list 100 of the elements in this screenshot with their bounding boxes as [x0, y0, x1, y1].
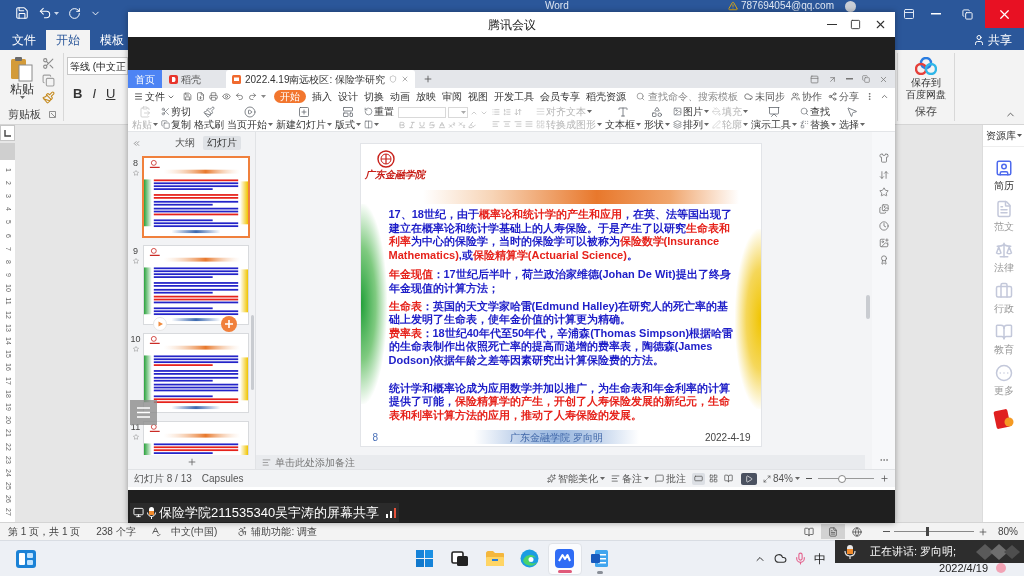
close-icon[interactable] [874, 18, 887, 31]
zoom-slider[interactable] [894, 527, 974, 536]
align-right-icon[interactable] [514, 120, 522, 128]
zoom-slider[interactable] [818, 474, 874, 483]
close-button[interactable] [985, 0, 1024, 28]
toolbar-button[interactable]: 排列 [673, 119, 709, 130]
bold-icon[interactable] [398, 121, 406, 129]
toolbar-button[interactable]: 新建幻灯片 [275, 105, 333, 131]
comments-button[interactable]: 批注 [655, 471, 686, 486]
spell-check-icon[interactable] [149, 526, 161, 537]
slideshow-button[interactable] [741, 472, 757, 485]
menu-tab[interactable]: 切换 [364, 90, 384, 103]
account-name[interactable]: 787694054@qq.com [741, 0, 834, 12]
toolbar-button[interactable]: 替换 [800, 119, 836, 130]
zoom-out-icon[interactable] [806, 477, 812, 480]
share-button[interactable]: 共享 [973, 30, 1012, 50]
superscript-icon[interactable] [448, 121, 456, 129]
save-icon[interactable] [183, 92, 192, 101]
panel-tab[interactable]: 幻灯片 [203, 136, 241, 150]
zoom-level[interactable]: 80% [998, 524, 1018, 539]
toolbar-button[interactable]: 文本框 [604, 105, 642, 131]
input-method-button[interactable]: 中 [810, 548, 830, 569]
collapse-panel-icon[interactable] [132, 138, 141, 148]
toolbar-button[interactable]: 当页开始 [226, 105, 274, 131]
view-button[interactable] [707, 472, 720, 485]
menu-tab[interactable]: 会员专享 [540, 90, 580, 103]
menu-tab[interactable]: 审阅 [442, 90, 462, 103]
envelope-icon[interactable] [992, 407, 1015, 431]
undo-icon[interactable] [235, 92, 244, 101]
dialog-launcher-icon[interactable] [49, 110, 56, 118]
images-icon[interactable] [878, 204, 889, 214]
list-icon[interactable] [130, 400, 157, 425]
minimize-icon[interactable] [827, 23, 837, 26]
view-button[interactable] [692, 472, 705, 485]
chevron-up-icon[interactable] [880, 92, 889, 101]
italic-icon[interactable] [408, 121, 416, 129]
scissors-icon[interactable] [42, 57, 55, 70]
ribbon-tab[interactable]: 模板 [92, 30, 132, 50]
notes-button[interactable]: 备注 [611, 471, 649, 486]
up-down-arrows-icon[interactable] [514, 108, 522, 116]
up-down-arrows-icon[interactable] [878, 170, 889, 180]
restore-icon[interactable] [862, 75, 870, 83]
close-tab-icon[interactable] [401, 75, 410, 83]
ribbon-tab[interactable]: 开始 [46, 30, 90, 50]
resource-item[interactable]: 简历 [993, 159, 1014, 191]
paintbrush-icon[interactable] [42, 91, 55, 104]
panel-icon[interactable] [810, 74, 819, 84]
share-button[interactable]: 分享 [828, 89, 859, 104]
collaborate-button[interactable]: 协作 [791, 89, 822, 104]
zoom-out-icon[interactable] [883, 530, 890, 533]
strikethrough-icon[interactable] [428, 121, 436, 129]
zoom-in-icon[interactable] [978, 526, 988, 537]
toolbar-button[interactable]: 演示工具 [750, 105, 798, 131]
toolbar-button[interactable]: 图片 [673, 106, 709, 117]
clock-icon[interactable] [878, 221, 889, 231]
taskbar-date[interactable]: 2022/4/19 [939, 562, 988, 574]
printer-icon[interactable] [209, 92, 218, 101]
word-count[interactable]: 238 个字 [96, 524, 136, 539]
home-tab[interactable]: 首页 [128, 70, 162, 88]
menu-tab[interactable]: 稻壳资源 [586, 90, 626, 103]
ribbon-tab[interactable]: 文件 [4, 30, 44, 50]
tab-selector-button[interactable] [0, 125, 15, 141]
bullet-list-icon[interactable] [492, 108, 500, 116]
eye-icon[interactable] [222, 92, 231, 101]
save-to-cloud-button[interactable]: 保存到 百度网盘 [906, 57, 946, 101]
view-button[interactable] [722, 472, 735, 485]
file-menu-button[interactable]: 文件 [134, 89, 175, 104]
align-center-icon[interactable] [503, 120, 511, 128]
new-tab-icon[interactable] [423, 74, 434, 84]
underline-icon[interactable] [418, 121, 426, 129]
toolbar-button[interactable]: 剪切 [161, 106, 191, 117]
award-icon[interactable] [878, 255, 889, 265]
toolbar-button[interactable]: 重置 [364, 106, 394, 117]
fit-zoom-button[interactable]: 84% [763, 471, 800, 486]
zoom-in-icon[interactable] [880, 474, 889, 483]
accessibility-status[interactable]: 辅助功能: 调查 [251, 524, 317, 539]
view-button[interactable] [821, 524, 845, 539]
resource-library-button[interactable]: 资源库 [983, 125, 1024, 147]
toolbar-button[interactable]: 形状 [643, 105, 671, 131]
plus-icon[interactable] [186, 457, 197, 467]
shirt-icon[interactable] [878, 153, 889, 163]
paste-button[interactable]: 粘贴 [5, 53, 39, 107]
arrow-icon[interactable] [828, 74, 837, 84]
font-name-field[interactable] [398, 107, 446, 118]
align-left-icon[interactable] [492, 120, 500, 128]
menu-tab[interactable]: 动画 [390, 90, 410, 103]
avatar-icon[interactable] [845, 0, 856, 12]
toolbar-button[interactable]: 查找 [800, 106, 836, 117]
slide-thumbnail[interactable] [143, 157, 249, 237]
format-button[interactable]: U [106, 86, 116, 101]
undo-icon[interactable] [38, 6, 52, 20]
redo-icon[interactable] [68, 6, 81, 20]
font-size-field[interactable] [448, 107, 468, 118]
redo-icon[interactable] [248, 92, 257, 101]
numbered-list-icon[interactable] [503, 108, 511, 116]
zoom-slider-thumb[interactable] [838, 474, 847, 483]
font-name-field[interactable]: 等线 (中文正 [67, 57, 128, 75]
toolbar-button[interactable]: 选择 [838, 105, 866, 131]
maximize-icon[interactable] [850, 19, 861, 30]
sync-status-button[interactable]: 未同步 [744, 89, 785, 104]
